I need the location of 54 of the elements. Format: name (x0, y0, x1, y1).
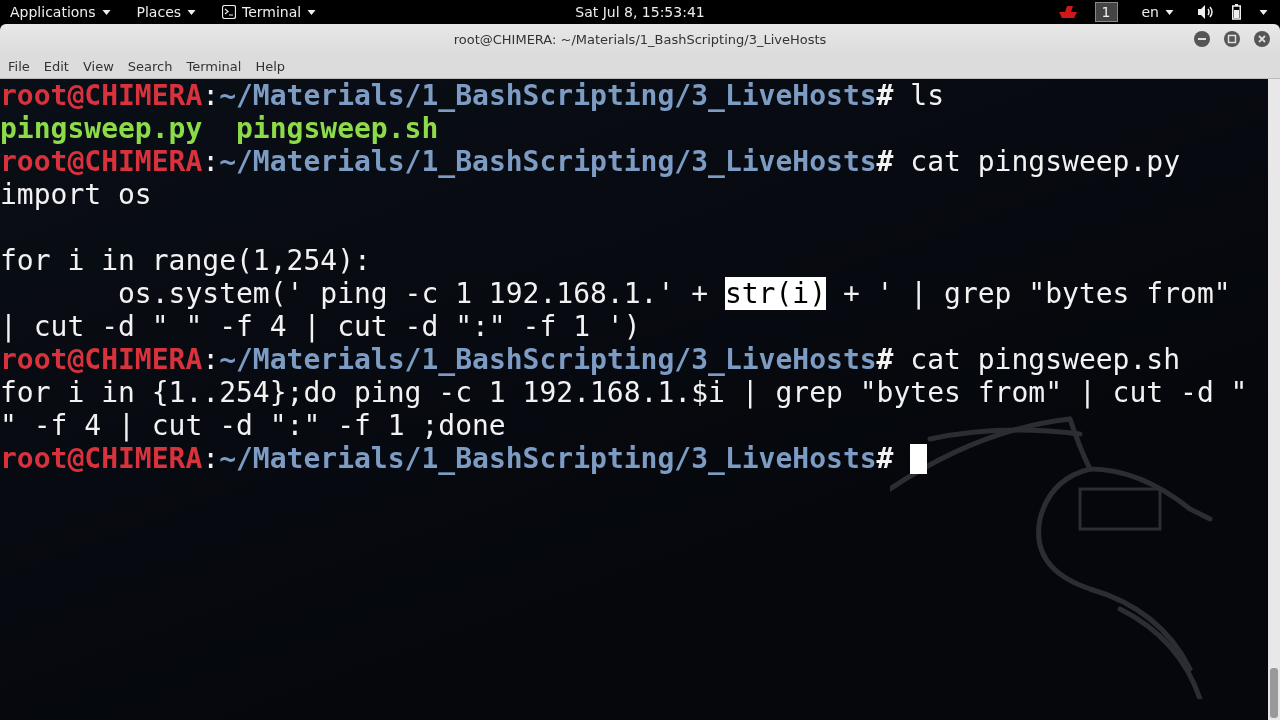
prompt-user: root@CHIMERA (0, 79, 203, 112)
panel-menu[interactable]: Applications (4, 2, 117, 22)
terminal-text: + ' | grep "bytes from" (841, 277, 1231, 310)
clock[interactable]: Sat Jul 8, 15:53:41 (575, 4, 705, 20)
battery-icon[interactable] (1232, 4, 1241, 20)
menu-item[interactable]: Help (249, 58, 294, 74)
terminal-text: : (202, 343, 220, 376)
prompt-symbol: # (876, 79, 895, 112)
terminal-text: : (202, 79, 220, 112)
file-listing: pingsweep.py pingsweep.sh (0, 112, 439, 145)
prompt-symbol: # (876, 343, 895, 376)
menu-item[interactable]: Edit (37, 58, 77, 74)
terminal-text: : (202, 442, 220, 475)
panel-menu[interactable]: Places (130, 2, 203, 22)
caret-icon (187, 9, 197, 15)
network-icon[interactable] (1058, 6, 1077, 18)
scrollbar-thumb[interactable] (1270, 668, 1278, 718)
maximize-icon[interactable] (1224, 31, 1240, 47)
terminal-text: os.system(' ping -c 1 192.168.1.' + (117, 277, 709, 310)
terminal-text: ls (910, 79, 945, 112)
panel-menu[interactable]: Terminal (216, 2, 323, 22)
prompt-path: ~/Materials/1_BashScripting/3_LiveHosts (219, 79, 877, 112)
window-title: root@CHIMERA: ~/Materials/1_BashScripting/3_LiveHosts (453, 31, 827, 47)
prompt-path: ~/Materials/1_BashScripting/3_LiveHosts (219, 145, 877, 178)
menu-item[interactable]: Terminal (180, 58, 250, 74)
language-menu[interactable]: en (1135, 2, 1180, 22)
terminal-text: for i in range(1,254): (0, 244, 371, 277)
minimize-icon[interactable] (1194, 31, 1210, 47)
terminal-text: cat pingsweep.py (910, 145, 1181, 178)
prompt-user: root@CHIMERA (0, 145, 203, 178)
scrollbar[interactable] (1268, 79, 1280, 720)
terminal-text: " -f 4 | cut -d ":" -f 1 ;done (0, 409, 506, 442)
terminal-text: for i in {1..254};do ping -c 1 192.168.1.$i | grep "bytes from" | cut -d " (0, 376, 1248, 409)
prompt-symbol: # (876, 442, 895, 475)
selected-text: str(i) (724, 277, 827, 310)
menu-item[interactable]: File (2, 58, 38, 74)
menu-item[interactable]: View (76, 58, 122, 74)
caret-icon (1165, 9, 1174, 15)
prompt-path: ~/Materials/1_BashScripting/3_LiveHosts (219, 343, 877, 376)
prompt-symbol: # (876, 145, 895, 178)
speaker-icon[interactable] (1198, 5, 1214, 19)
close-icon[interactable] (1254, 31, 1270, 47)
prompt-path: ~/Materials/1_BashScripting/3_LiveHosts (219, 442, 877, 475)
menu-item[interactable]: Search (121, 58, 181, 74)
terminal-text: cat pingsweep.sh (910, 343, 1181, 376)
terminal-text: import os (0, 178, 152, 211)
terminal-text: | cut -d " " -f 4 | cut -d ":" -f 1 ') (0, 310, 641, 343)
terminal-text: : (202, 145, 220, 178)
workspace-indicator[interactable]: 1 (1094, 2, 1118, 22)
caret-icon (307, 9, 317, 15)
prompt-user: root@CHIMERA (0, 442, 203, 475)
caret-icon[interactable] (1259, 9, 1268, 15)
prompt-user: root@CHIMERA (0, 343, 203, 376)
caret-icon (101, 9, 111, 15)
